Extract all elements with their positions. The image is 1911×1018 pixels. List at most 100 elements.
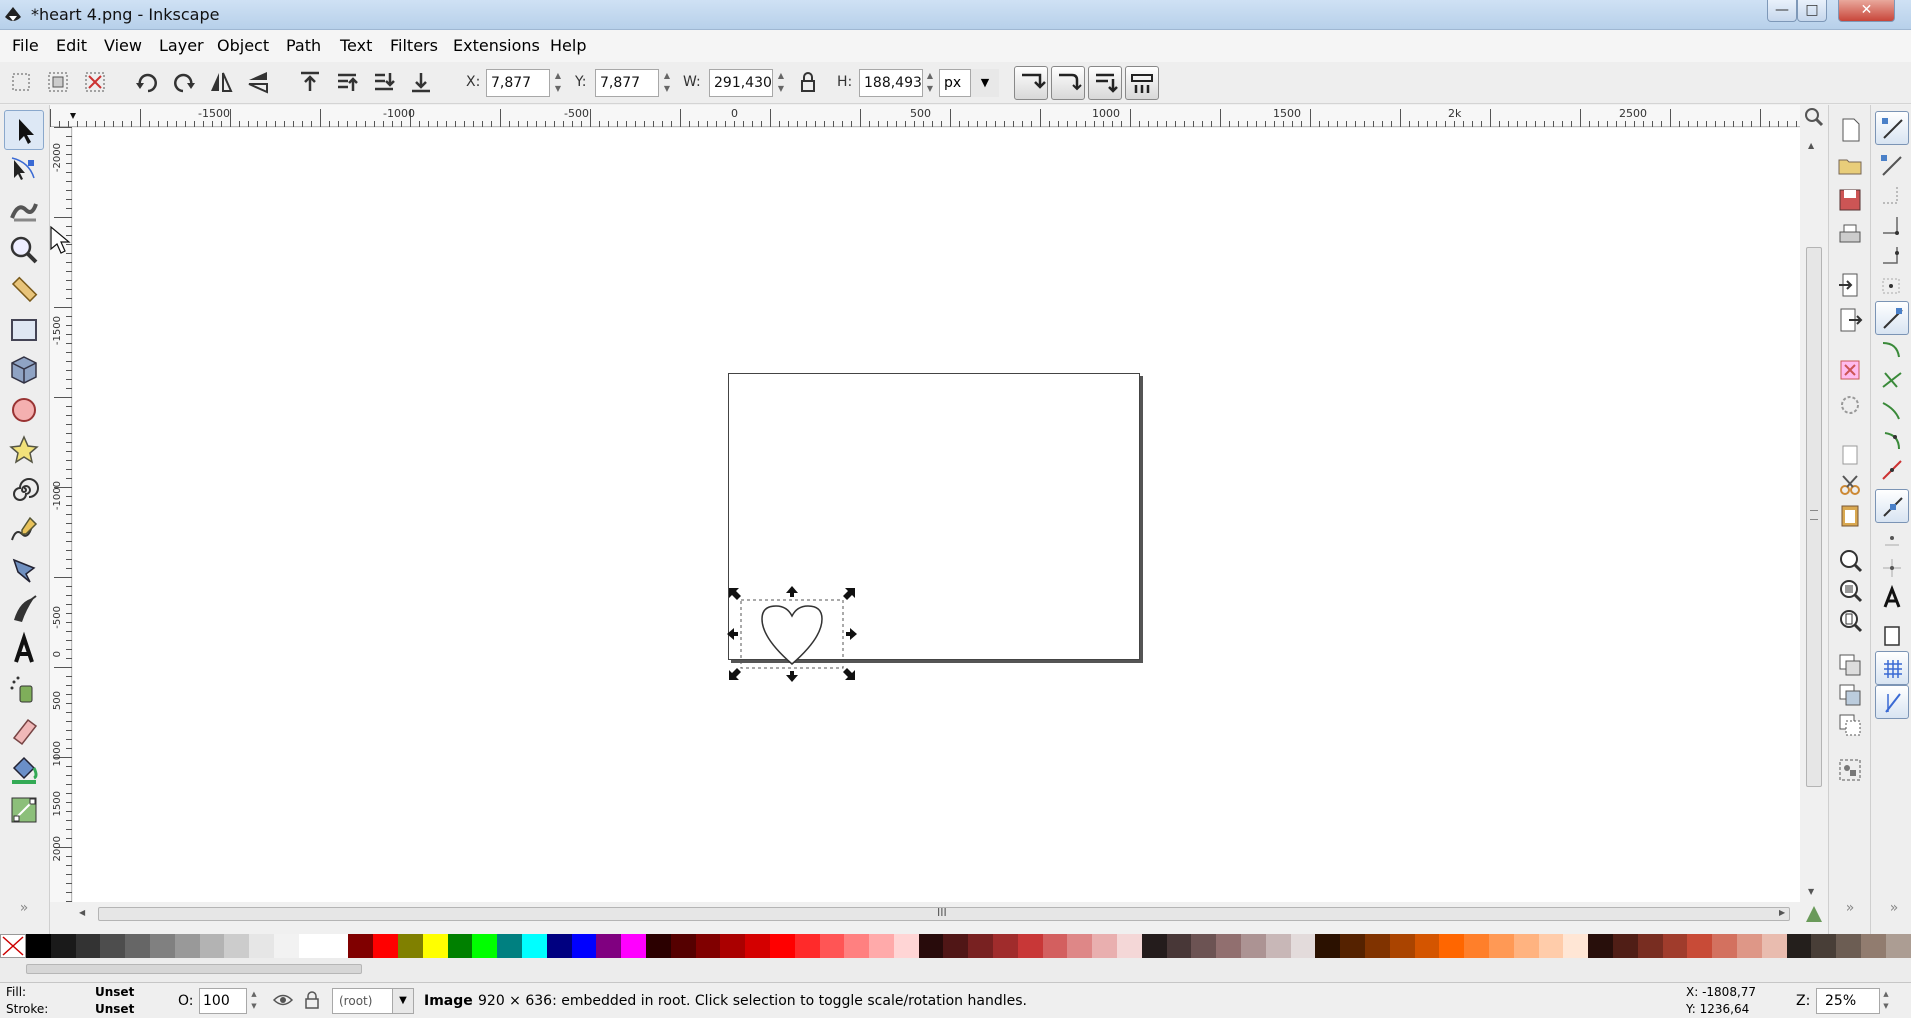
color-swatch[interactable]	[596, 934, 622, 958]
save-icon[interactable]	[1835, 185, 1865, 215]
color-swatch[interactable]	[571, 934, 597, 958]
color-swatch[interactable]	[26, 934, 51, 958]
toolbox-overflow-icon[interactable]: »	[4, 900, 44, 924]
color-swatch[interactable]	[1141, 934, 1167, 958]
color-swatch[interactable]	[521, 934, 547, 958]
color-swatch[interactable]	[745, 934, 770, 958]
color-swatch[interactable]	[75, 934, 101, 958]
commands-overflow-icon[interactable]: »	[1835, 900, 1865, 920]
color-swatch[interactable]	[1290, 934, 1316, 958]
snap-bbox-edge-icon[interactable]	[1875, 179, 1909, 213]
height-spin-arrows[interactable]: ▲ ▼	[924, 69, 936, 97]
color-swatch[interactable]	[1489, 934, 1514, 958]
select-all-layers-icon[interactable]	[43, 67, 73, 97]
layer-lock-icon[interactable]	[302, 989, 322, 1015]
color-swatch[interactable]	[1662, 934, 1688, 958]
color-swatch[interactable]	[422, 934, 448, 958]
layer-visibility-icon[interactable]	[272, 989, 294, 1015]
snap-text-baseline-icon[interactable]	[1875, 581, 1909, 615]
color-swatch[interactable]	[1092, 934, 1118, 958]
palette-scrollbar[interactable]	[0, 958, 1911, 982]
color-swatch[interactable]	[844, 934, 870, 958]
selector-tool-icon[interactable]	[4, 110, 44, 150]
menu-view[interactable]: View	[104, 36, 142, 55]
raise-to-top-icon[interactable]	[295, 67, 325, 97]
snap-bbox-center-icon[interactable]	[1875, 269, 1909, 303]
snap-grid-icon[interactable]	[1875, 651, 1909, 685]
move-gradients-toggle[interactable]	[1088, 66, 1122, 100]
x-spin-arrows[interactable]: ▲ ▼	[552, 69, 564, 97]
color-swatch[interactable]	[1067, 934, 1093, 958]
color-swatch[interactable]	[100, 934, 126, 958]
color-swatch[interactable]	[645, 934, 671, 958]
snap-bbox-midpoint-icon[interactable]	[1875, 239, 1909, 273]
lower-icon[interactable]	[369, 67, 399, 97]
color-swatch[interactable]	[1513, 934, 1539, 958]
rectangle-tool-icon[interactable]	[4, 310, 44, 350]
drawing-canvas[interactable]	[73, 128, 1800, 902]
cut-icon[interactable]	[1835, 470, 1865, 500]
color-swatch[interactable]	[1712, 934, 1737, 958]
width-spin-arrows[interactable]: ▲ ▼	[775, 69, 787, 97]
zoom-drawing-icon[interactable]	[1835, 575, 1865, 605]
fill-value[interactable]: Unset	[95, 985, 134, 999]
zoom-page-icon[interactable]	[1835, 605, 1865, 635]
lock-icon[interactable]	[793, 67, 823, 97]
new-document-icon[interactable]	[1835, 115, 1865, 145]
color-swatch[interactable]	[794, 934, 820, 958]
color-swatch[interactable]	[50, 934, 76, 958]
opacity-input[interactable]: 100	[199, 988, 247, 1014]
color-swatch[interactable]	[397, 934, 423, 958]
menu-filters[interactable]: Filters	[390, 36, 438, 55]
color-swatch[interactable]	[472, 934, 498, 958]
color-swatch[interactable]	[1117, 934, 1142, 958]
layer-dropdown-arrow-icon[interactable]: ▼	[392, 988, 414, 1014]
unit-dropdown-arrow-icon[interactable]: ▼	[970, 69, 999, 97]
color-swatch[interactable]	[1761, 934, 1787, 958]
snap-object-midpoints-icon[interactable]	[1875, 521, 1909, 555]
minimize-button[interactable]: —	[1767, 0, 1797, 22]
snap-guides-icon[interactable]	[1875, 685, 1909, 719]
color-swatch[interactable]	[918, 934, 944, 958]
color-swatch[interactable]	[1439, 934, 1465, 958]
color-swatch[interactable]	[1538, 934, 1564, 958]
deselect-icon[interactable]	[80, 67, 110, 97]
scroll-right-arrow-icon[interactable]: ▶	[1779, 908, 1785, 917]
color-swatch[interactable]	[224, 934, 250, 958]
flip-vertical-icon[interactable]	[243, 67, 273, 97]
scale-corners-toggle[interactable]	[1051, 66, 1085, 100]
color-swatch[interactable]	[174, 934, 200, 958]
color-swatch[interactable]	[1265, 934, 1291, 958]
tweak-tool-icon[interactable]	[4, 190, 44, 230]
color-swatch[interactable]	[1216, 934, 1242, 958]
color-swatch[interactable]	[1315, 934, 1341, 958]
scale-stroke-toggle[interactable]	[1014, 66, 1048, 100]
spray-tool-icon[interactable]	[4, 670, 44, 710]
select-all-icon[interactable]	[6, 67, 36, 97]
height-input[interactable]: 188,493	[859, 69, 923, 97]
spiral-tool-icon[interactable]	[4, 470, 44, 510]
palette-scroll-thumb[interactable]	[26, 964, 362, 974]
color-swatch[interactable]	[1340, 934, 1366, 958]
copy-icon[interactable]	[1835, 440, 1865, 470]
eraser-tool-icon[interactable]	[4, 710, 44, 750]
redo-icon[interactable]	[1835, 390, 1865, 420]
horizontal-scrollbar[interactable]: ◀ III ▶	[73, 902, 1800, 926]
snap-others-icon[interactable]	[1875, 489, 1909, 523]
rotate-ccw-icon[interactable]	[132, 67, 162, 97]
move-patterns-toggle[interactable]	[1125, 66, 1159, 100]
color-swatch[interactable]	[1464, 934, 1490, 958]
maximize-button[interactable]: □	[1797, 0, 1827, 22]
scroll-down-arrow-icon[interactable]: ▼	[1808, 887, 1814, 896]
snap-smooth-nodes-icon[interactable]	[1875, 423, 1909, 457]
print-icon[interactable]	[1835, 220, 1865, 250]
color-swatch[interactable]	[720, 934, 746, 958]
snap-paths-icon[interactable]	[1875, 333, 1909, 367]
menu-help[interactable]: Help	[550, 36, 586, 55]
export-icon[interactable]	[1835, 305, 1865, 335]
x-input[interactable]: 7,877	[486, 69, 550, 97]
ellipse-tool-icon[interactable]	[4, 390, 44, 430]
snap-overflow-icon[interactable]: »	[1879, 900, 1909, 920]
group-icon[interactable]	[1835, 755, 1865, 785]
rotate-cw-icon[interactable]	[169, 67, 199, 97]
